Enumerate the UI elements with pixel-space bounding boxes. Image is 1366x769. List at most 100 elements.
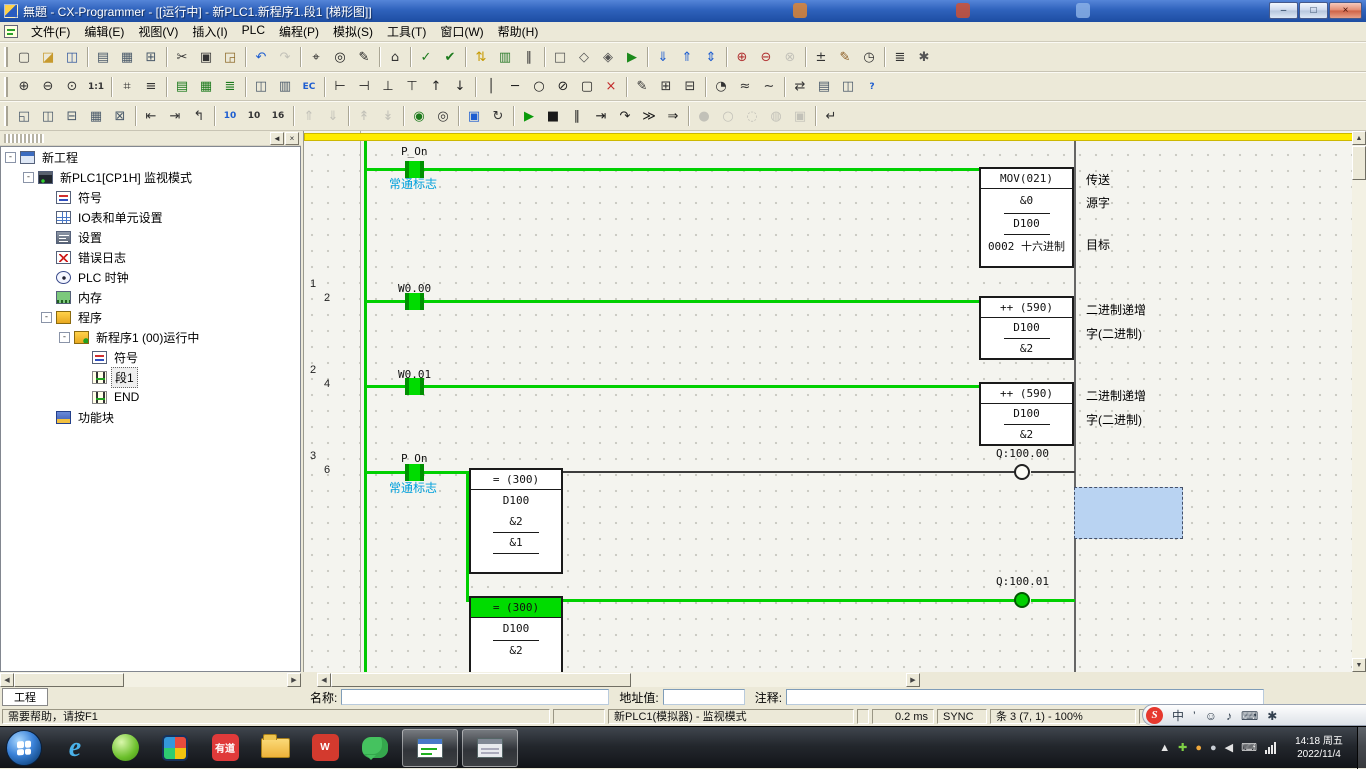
project-tree[interactable]: -新工程-新PLC1[CP1H] 监视模式符号IO表和单元设置设置错误日志PLC… <box>0 146 301 672</box>
operand[interactable]: D100 <box>981 404 1072 424</box>
tree-horizontal-scrollbar[interactable]: ◀ ▶ <box>0 672 301 687</box>
scroll-thumb[interactable] <box>331 673 631 687</box>
ime-keyboard-button[interactable]: ⌨ <box>1241 709 1258 723</box>
tree-expander-program1[interactable]: - <box>59 332 70 343</box>
run-mode-button[interactable]: ▶ <box>620 46 644 68</box>
new-instruction-button[interactable]: ▢ <box>575 76 599 98</box>
cascade-windows-button[interactable]: ◱ <box>12 105 36 127</box>
previous-reference-button[interactable]: ⇤ <box>139 105 163 127</box>
arrange-icons-button[interactable]: ▦ <box>84 105 108 127</box>
watch-window-button[interactable]: ◫ <box>836 76 860 98</box>
tree-item-program1-symbols[interactable]: 符号 <box>1 347 300 367</box>
compare-with-plc-button[interactable]: ⇕ <box>699 46 723 68</box>
print-button[interactable]: ▦ <box>115 46 139 68</box>
operand[interactable]: &2 <box>471 512 561 532</box>
scroll-track[interactable] <box>1352 180 1366 658</box>
ladder-child-window-icon[interactable] <box>4 25 18 38</box>
toolbar-grip[interactable] <box>4 47 8 67</box>
sogou-logo-icon[interactable]: S <box>1146 707 1163 724</box>
operand[interactable]: D100 <box>981 214 1072 234</box>
ime-tray-icon[interactable]: ⌨ <box>1241 741 1257 754</box>
tile-vertical-button[interactable]: ◫ <box>36 105 60 127</box>
paste-button[interactable]: ◲ <box>218 46 242 68</box>
menu-item-9[interactable]: 窗口(W) <box>433 21 490 42</box>
ime-punctuation-button[interactable]: ’ <box>1193 709 1196 723</box>
menu-item-2[interactable]: 编辑(E) <box>77 21 131 42</box>
scroll-left-button[interactable]: ◀ <box>317 673 331 687</box>
new-coil-button[interactable]: ○ <box>527 76 551 98</box>
breakpoint-enable-button[interactable]: ◍ <box>764 105 788 127</box>
menu-item-3[interactable]: 视图(V) <box>131 21 185 42</box>
wechat-task[interactable] <box>350 728 400 768</box>
menu-item-5[interactable]: PLC <box>235 21 272 42</box>
comment-field[interactable] <box>786 689 1264 705</box>
new-closed-contact-button[interactable]: ⊣ <box>352 76 376 98</box>
tree-item-programs[interactable]: -程序 <box>1 307 300 327</box>
tree-item-program1[interactable]: -新程序1 (00)运行中 <box>1 327 300 347</box>
sim-pause-button[interactable]: ∥ <box>565 105 589 127</box>
cross-reference-button[interactable]: ⇄ <box>788 76 812 98</box>
debug-mode-button[interactable]: ◇ <box>572 46 596 68</box>
operand[interactable]: D100 <box>471 618 561 640</box>
operand[interactable]: &2 <box>981 425 1072 445</box>
watch-tool-button[interactable]: ◔ <box>709 76 733 98</box>
monitor-signed-decimal-button[interactable]: 10 <box>242 105 266 127</box>
update-tray-icon[interactable]: ● <box>1195 742 1202 754</box>
close-all-windows-button[interactable]: ⊠ <box>108 105 132 127</box>
tree-item-section1[interactable]: 段1 <box>1 367 300 387</box>
panel-grip[interactable] <box>4 134 44 143</box>
operand[interactable]: &2 <box>981 339 1072 359</box>
new-horizontal-line-button[interactable]: ─ <box>503 76 527 98</box>
menu-item-6[interactable]: 编程(P) <box>272 21 326 42</box>
online-edit-button[interactable]: ✎ <box>833 46 857 68</box>
close-button[interactable]: × <box>1329 2 1362 19</box>
menu-item-1[interactable]: 文件(F) <box>24 21 77 42</box>
compile-all-button[interactable]: ✔ <box>438 46 462 68</box>
minimize-button[interactable]: – <box>1269 2 1298 19</box>
volume-tray-icon[interactable]: ◀ <box>1225 741 1233 754</box>
copy-button[interactable]: ▣ <box>194 46 218 68</box>
zoom-fit-button[interactable]: ⊙ <box>60 76 84 98</box>
plc-simulator-task[interactable] <box>462 729 518 767</box>
zoom-out-button[interactable]: ⊖ <box>36 76 60 98</box>
redo-button[interactable]: ↷ <box>273 46 297 68</box>
network-icon[interactable] <box>1265 742 1277 754</box>
io-table-tool-button[interactable]: ◫ <box>249 76 273 98</box>
tile-horizontal-button[interactable]: ⊟ <box>60 105 84 127</box>
diff-up-contact-button[interactable]: ↑ <box>424 76 448 98</box>
start-button[interactable] <box>6 730 42 766</box>
taskbar-clock[interactable]: 14:18 周五 2022/11/4 <box>1285 735 1353 761</box>
operand[interactable]: &0 <box>981 189 1072 213</box>
global-symbol-table-button[interactable]: ▦ <box>194 76 218 98</box>
transfer-from-plc-button[interactable]: ⇑ <box>675 46 699 68</box>
insert-rung-button[interactable]: ⊞ <box>654 76 678 98</box>
output-window-button[interactable]: ▤ <box>812 76 836 98</box>
tree-item-io-table[interactable]: IO表和单元设置 <box>1 207 300 227</box>
scroll-down-button[interactable]: ▼ <box>1352 658 1366 672</box>
increment-instruction-block-2[interactable]: ++ (590) D100 &2 <box>979 382 1074 446</box>
tree-item-plc[interactable]: -新PLC1[CP1H] 监视模式 <box>1 167 300 187</box>
help-button[interactable]: ? <box>860 76 884 98</box>
go-back-button[interactable]: ↰ <box>187 105 211 127</box>
coil-q10001[interactable] <box>1014 592 1030 608</box>
print-preview-button[interactable]: ⊞ <box>139 46 163 68</box>
breakpoint-set-button[interactable]: ● <box>692 105 716 127</box>
time-chart-button[interactable]: ∼ <box>757 76 781 98</box>
mouse-tray-icon[interactable]: ● <box>1210 742 1217 754</box>
mov-instruction-block[interactable]: MOV(021) &0 D100 0002 十六进制 <box>979 167 1074 268</box>
breakpoint-window-button[interactable]: ▣ <box>788 105 812 127</box>
ladder-vertical-scrollbar[interactable]: ▲ ▼ <box>1352 131 1366 672</box>
local-symbol-table-button[interactable]: ▤ <box>170 76 194 98</box>
sim-step-run-button[interactable]: ⇥ <box>589 105 613 127</box>
tree-expander-programs[interactable]: - <box>41 312 52 323</box>
simulator-online-button[interactable]: ▣ <box>462 105 486 127</box>
new-or-closed-contact-button[interactable]: ⊤ <box>400 76 424 98</box>
panel-close-button[interactable]: × <box>285 132 299 145</box>
sim-step-over-button[interactable]: ↷ <box>613 105 637 127</box>
differential-monitor-up-button[interactable]: ⇑ <box>297 105 321 127</box>
address-reference-tool-button[interactable]: ⌂ <box>383 46 407 68</box>
operand[interactable]: D100 <box>981 318 1072 338</box>
delete-rung-button[interactable]: ⊟ <box>678 76 702 98</box>
cx-programmer-task[interactable] <box>402 729 458 767</box>
differential-monitor-down-button[interactable]: ⇓ <box>321 105 345 127</box>
